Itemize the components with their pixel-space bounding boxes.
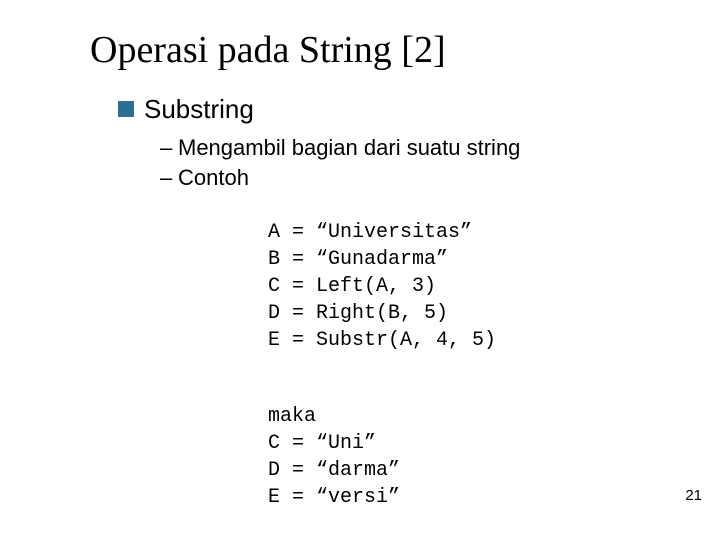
desc-text: Mengambil bagian dari suatu string	[178, 133, 520, 163]
section-heading: Substring	[144, 94, 254, 125]
result-line: E = “versi”	[268, 486, 400, 509]
bullet-square-icon	[118, 101, 134, 117]
slide: Operasi pada String [2] Substring – Meng…	[0, 0, 720, 511]
page-title: Operasi pada String [2]	[90, 28, 720, 72]
page-number: 21	[685, 487, 702, 504]
contoh-label: Contoh	[178, 163, 286, 193]
desc-row: – Mengambil bagian dari suatu string	[160, 133, 720, 163]
code-line: C = Left(A, 3)	[268, 275, 436, 298]
section-heading-row: Substring	[118, 94, 720, 125]
contoh-row: – Contoh	[160, 163, 720, 193]
section-body: – Mengambil bagian dari suatu string – C…	[160, 133, 720, 192]
code-line: A = “Universitas”	[268, 221, 472, 244]
dash-icon: –	[160, 163, 178, 193]
code-line: D = Right(B, 5)	[268, 302, 448, 325]
dash-icon: –	[160, 133, 178, 163]
code-block: A = “Universitas” B = “Gunadarma” C = Le…	[268, 192, 720, 354]
result-block: maka C = “Uni” D = “darma” E = “versi”	[268, 376, 720, 511]
code-line: E = Substr(A, 4, 5)	[268, 329, 496, 352]
result-line: D = “darma”	[268, 459, 400, 482]
code-line: B = “Gunadarma”	[268, 248, 448, 271]
result-line: maka	[268, 405, 316, 428]
result-line: C = “Uni”	[268, 432, 376, 455]
